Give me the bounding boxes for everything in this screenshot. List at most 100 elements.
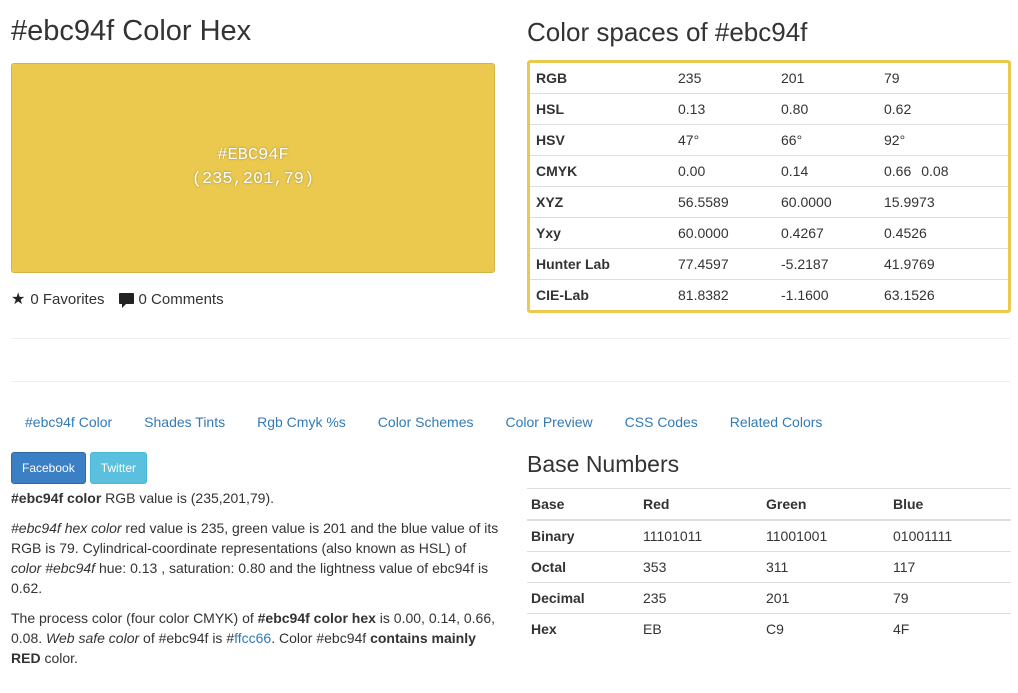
table-row: Hunter Lab 77.4597 -5.2187 41.9769 — [530, 248, 1008, 280]
column-header: Base — [527, 488, 639, 521]
cell: 11001001 — [762, 519, 889, 552]
comments-link[interactable]: 0 Comments — [118, 291, 224, 308]
text: color. — [40, 650, 78, 666]
cell: 60.0000 — [775, 186, 878, 218]
text-italic: color #ebc94f — [11, 560, 96, 576]
tab-color[interactable]: #ebc94f Color — [11, 404, 127, 440]
web-safe-color-link[interactable]: ffcc66 — [234, 630, 271, 646]
row-label: Hunter Lab — [530, 248, 672, 280]
table-row: Decimal 235 201 79 — [527, 582, 1011, 614]
tab-rgb-cmyk[interactable]: Rgb Cmyk %s — [242, 404, 361, 440]
cell-value: 79 — [884, 70, 900, 86]
text: of #ebc94f is # — [139, 630, 235, 646]
divider — [11, 338, 1010, 339]
cell: 15.9973 — [878, 186, 1008, 218]
tab-color-schemes[interactable]: Color Schemes — [363, 404, 489, 440]
text-bold: #ebc94f color — [11, 490, 102, 506]
cell: 0.4267 — [775, 217, 878, 249]
divider — [11, 381, 1010, 382]
tab-shades-tints[interactable]: Shades Tints — [129, 404, 240, 440]
section-tabs: #ebc94f Color Shades Tints Rgb Cmyk %s C… — [11, 404, 837, 440]
row-label: XYZ — [530, 186, 672, 218]
cell: 66° — [775, 124, 878, 156]
facebook-share-button[interactable]: Facebook — [11, 452, 86, 484]
comments-label: 0 Comments — [138, 291, 224, 308]
cell-value: 41.9769 — [884, 256, 935, 272]
row-label: HSV — [530, 124, 672, 156]
cell: 0.14 — [775, 155, 878, 187]
cell: C9 — [762, 613, 889, 644]
row-label: HSL — [530, 93, 672, 125]
row-label: Yxy — [530, 217, 672, 249]
cell: 60.0000 — [672, 217, 775, 249]
cell: 235 — [639, 582, 762, 614]
description-paragraph: #ebc94f hex color red value is 235, gree… — [11, 518, 499, 598]
cell: 311 — [762, 551, 889, 583]
base-numbers-table: Base Red Green Blue Binary 11101011 1100… — [527, 488, 1011, 644]
cell: 235 — [678, 70, 702, 86]
cell-value: 0.4526 — [884, 225, 927, 241]
cell: 63.1526 — [878, 279, 1008, 310]
color-swatch: #EBC94F (235,201,79) — [11, 63, 495, 273]
swatch-hex-label: #EBC94F — [217, 146, 289, 165]
text-italic: #ebc94f hex color — [11, 520, 122, 536]
table-header-row: Base Red Green Blue — [527, 488, 1011, 521]
row-label: Hex — [527, 613, 639, 644]
text-bold: #ebc94f color hex — [257, 610, 376, 626]
color-spaces-table: RGB 235 201 79 HSL 0.13 0.80 0.62 HSV 47… — [530, 63, 1008, 310]
table-row: HSV 47° 66° 92° — [530, 124, 1008, 156]
text: The process color (four color CMYK) of — [11, 610, 258, 626]
comment-icon — [118, 293, 134, 308]
meta-row: ★ 0 Favorites 0 Comments — [11, 291, 238, 308]
row-label: CIE-Lab — [530, 279, 672, 310]
cell-value: 15.9973 — [884, 194, 935, 210]
table-row: RGB 235 201 79 — [530, 63, 1008, 94]
cell: 01001111 — [889, 519, 1011, 552]
color-description: #ebc94f color RGB value is (235,201,79).… — [11, 488, 499, 678]
cell: 117 — [889, 551, 1011, 583]
favorites-label: 0 Favorites — [30, 291, 105, 308]
cell: 41.9769 — [878, 248, 1008, 280]
cell: 77.4597 — [672, 248, 775, 280]
cell-value: 92° — [884, 132, 906, 148]
cell: 81.8382 — [672, 279, 775, 310]
table-row: Yxy 60.0000 0.4267 0.4526 — [530, 217, 1008, 249]
cell: 79 — [878, 63, 1008, 94]
table-row: Octal 353 311 117 — [527, 551, 1011, 583]
cell: 79 — [889, 582, 1011, 614]
cell: 201 — [762, 582, 889, 614]
description-paragraph: The process color (four color CMYK) of #… — [11, 608, 499, 668]
text: RGB value is (235,201,79). — [101, 490, 275, 506]
column-header: Green — [762, 488, 889, 521]
table-row: XYZ 56.5589 60.0000 15.9973 — [530, 186, 1008, 218]
cell: 353 — [639, 551, 762, 583]
column-header: Blue — [889, 488, 1011, 521]
tab-color-preview[interactable]: Color Preview — [491, 404, 608, 440]
cell: 0.80 — [775, 93, 878, 125]
star-icon: ★ — [11, 290, 26, 308]
page-title: #ebc94f Color Hex — [11, 15, 252, 47]
text-italic: Web safe color — [46, 630, 140, 646]
share-buttons: Facebook Twitter — [11, 452, 151, 484]
cell: -5.2187 — [775, 248, 878, 280]
tab-related-colors[interactable]: Related Colors — [715, 404, 838, 440]
table-row: CMYK 0.00 0.14 0.66 0.08 — [530, 155, 1008, 187]
table-row: Binary 11101011 11001001 01001111 — [527, 519, 1011, 552]
row-label: CMYK — [530, 155, 672, 187]
cell-value: 0.66 — [884, 163, 912, 179]
twitter-share-button[interactable]: Twitter — [89, 452, 148, 484]
favorites-link[interactable]: ★ 0 Favorites — [11, 291, 105, 308]
text: . Color #ebc94f — [271, 630, 371, 646]
page: #ebc94f Color Hex #EBC94F (235,201,79) ★… — [0, 0, 1018, 693]
cell: 0.66 0.08 — [878, 155, 1008, 187]
tab-css-codes[interactable]: CSS Codes — [610, 404, 713, 440]
color-spaces-box: RGB 235 201 79 HSL 0.13 0.80 0.62 HSV 47… — [527, 60, 1011, 313]
row-label: Decimal — [527, 582, 639, 614]
row-label: RGB — [536, 70, 568, 86]
row-label: Octal — [527, 551, 639, 583]
description-paragraph: #ebc94f color RGB value is (235,201,79). — [11, 488, 499, 508]
cell: 92° — [878, 124, 1008, 156]
row-label: Binary — [527, 519, 639, 552]
color-spaces-title: Color spaces of #ebc94f — [527, 17, 808, 47]
table-row: HSL 0.13 0.80 0.62 — [530, 93, 1008, 125]
